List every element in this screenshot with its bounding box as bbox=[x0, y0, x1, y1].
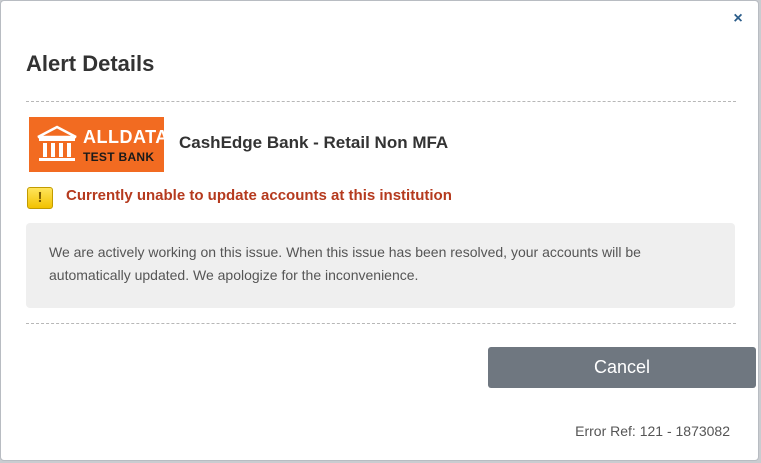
bank-building-icon bbox=[37, 125, 77, 161]
error-reference: Error Ref: 121 - 1873082 bbox=[575, 423, 730, 439]
alert-message-box: We are actively working on this issue. W… bbox=[26, 223, 735, 308]
close-icon[interactable]: × bbox=[730, 11, 746, 27]
alert-headline: Currently unable to update accounts at t… bbox=[66, 187, 452, 204]
warning-icon: ! bbox=[27, 187, 53, 209]
cancel-button[interactable]: Cancel bbox=[488, 347, 756, 388]
logo-text-secondary: TEST BANK bbox=[83, 150, 155, 164]
alert-message: We are actively working on this issue. W… bbox=[49, 244, 641, 283]
divider bbox=[26, 323, 736, 324]
institution-name: CashEdge Bank - Retail Non MFA bbox=[179, 133, 449, 152]
alert-details-dialog: × Alert Details ALLDATA TEST BANK CashEd… bbox=[0, 0, 759, 461]
divider bbox=[26, 101, 736, 102]
institution-logo: ALLDATA TEST BANK bbox=[29, 117, 168, 172]
logo-text-primary: ALLDATA bbox=[83, 127, 169, 147]
dialog-title: Alert Details bbox=[26, 51, 155, 76]
